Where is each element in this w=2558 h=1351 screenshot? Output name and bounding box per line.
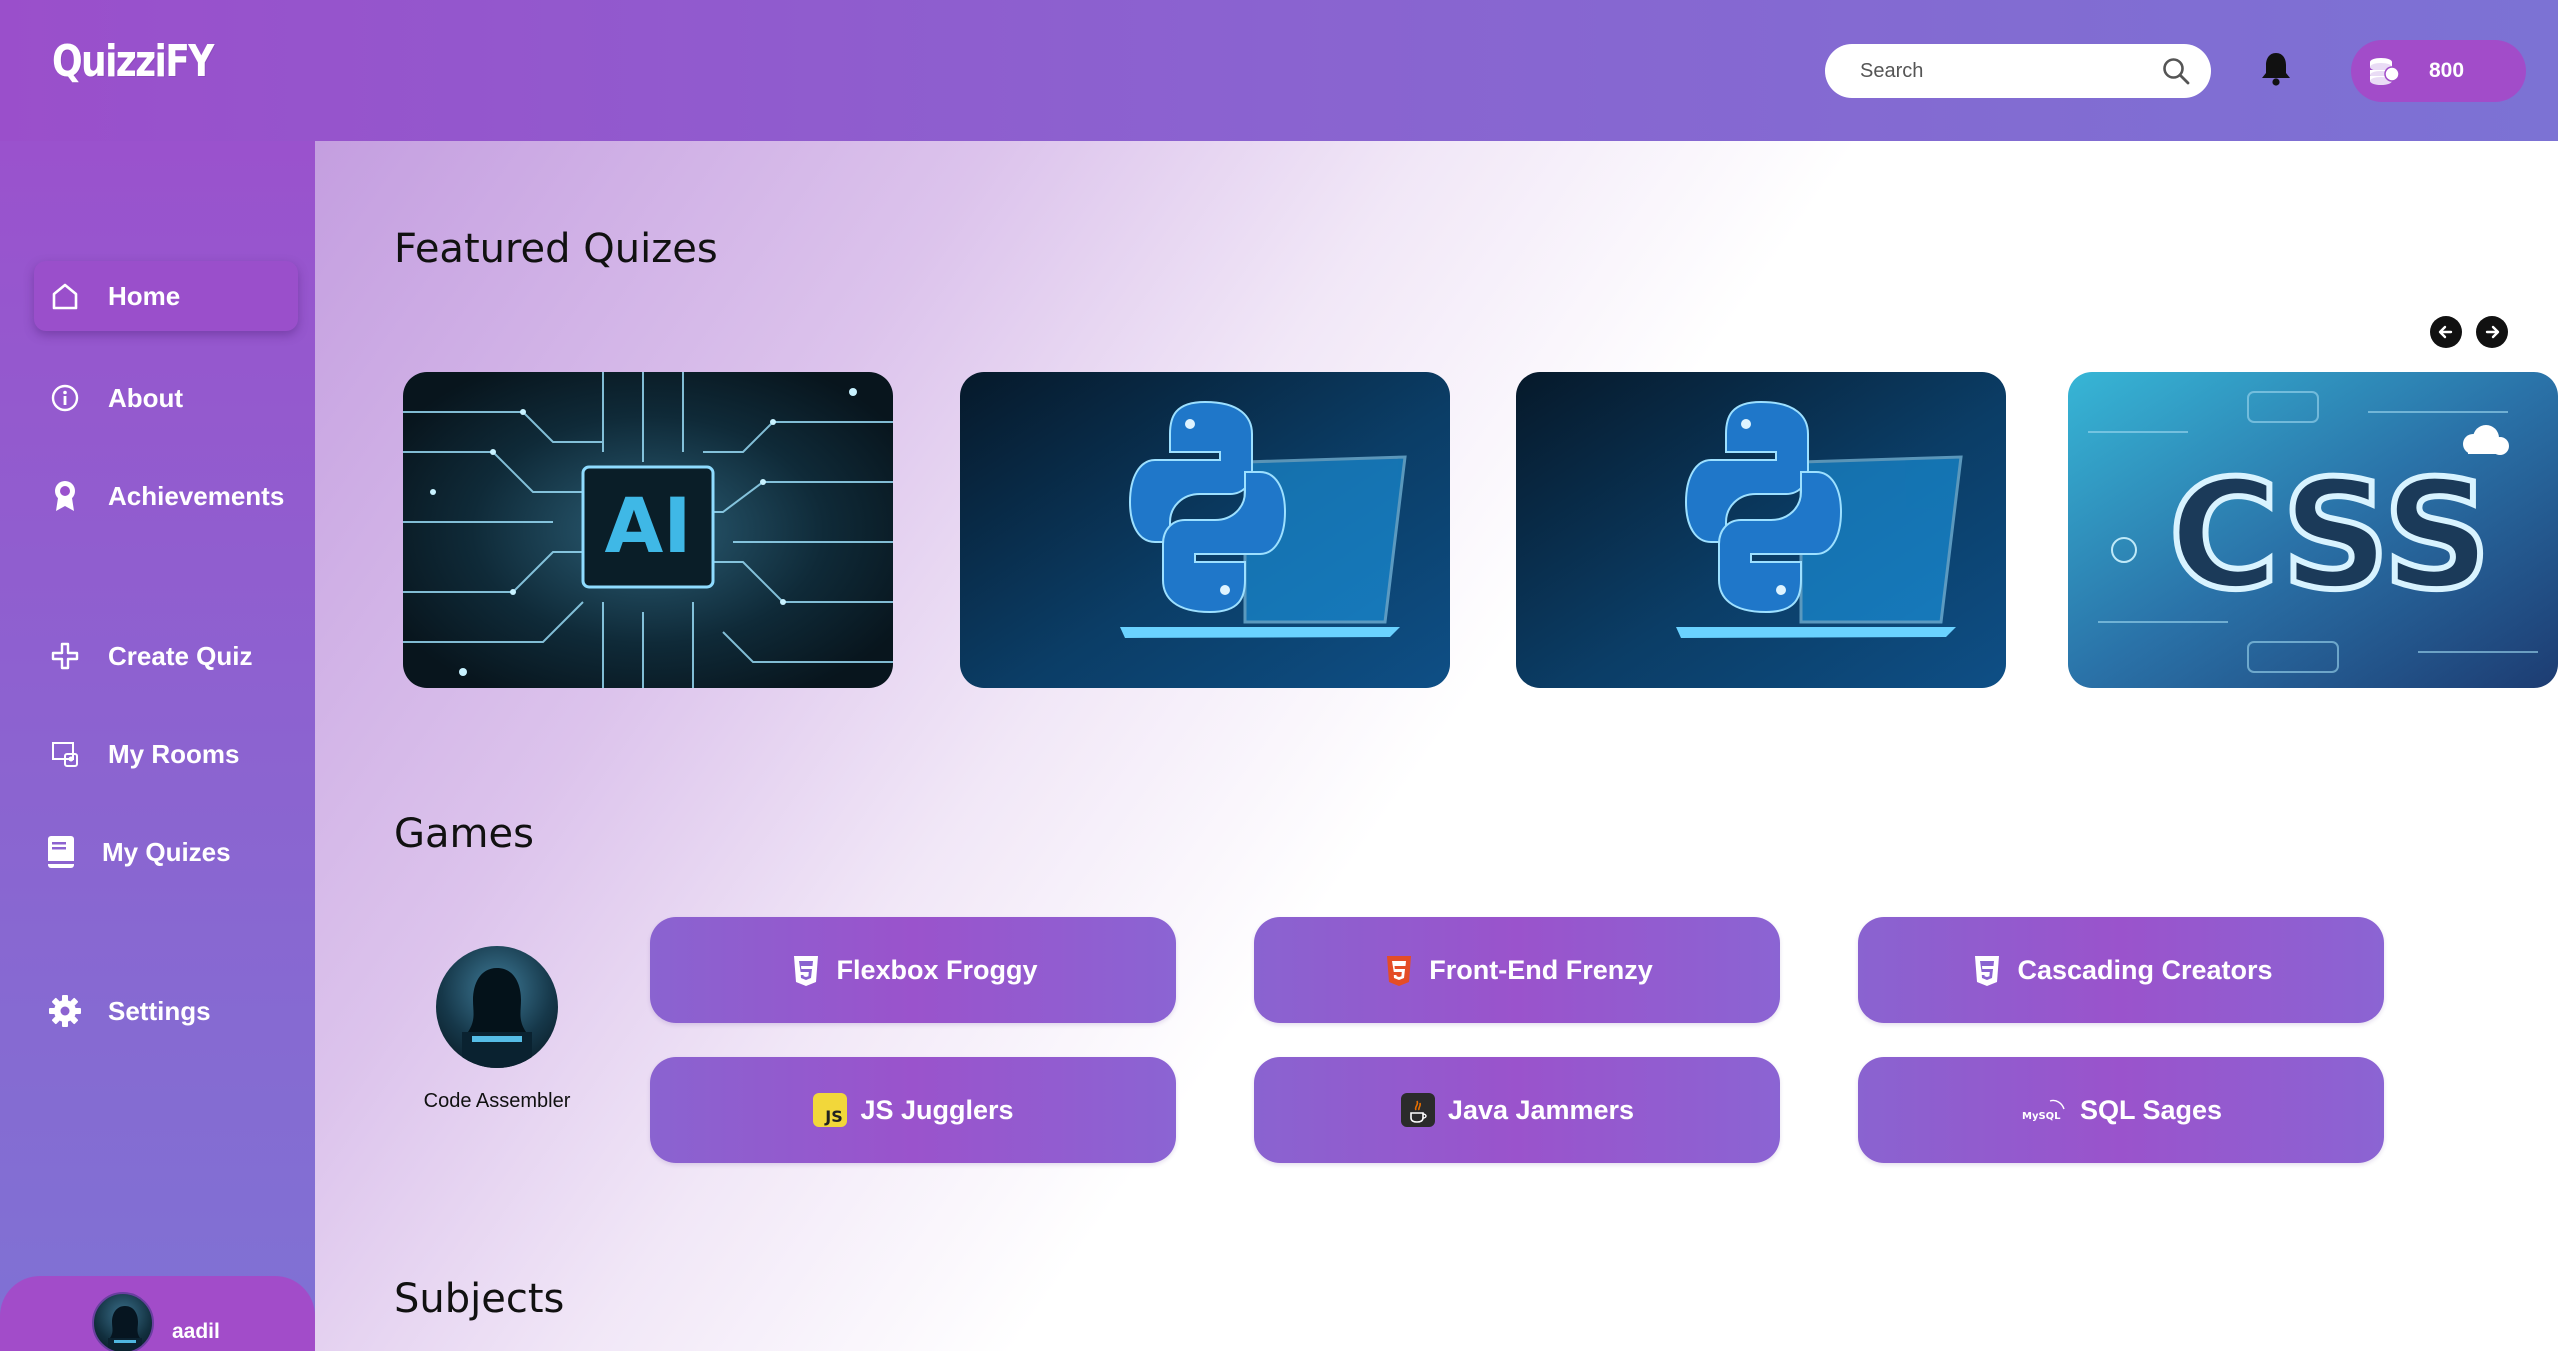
sidebar-item-label: About	[108, 382, 184, 413]
sidebar-item-label: Create Quiz	[108, 640, 253, 671]
svg-text:AI: AI	[604, 481, 691, 570]
main-content: Featured Quizes AI CSS Games Code Assemb…	[315, 141, 2558, 1351]
java-icon	[1400, 1092, 1436, 1128]
sidebar-item-about[interactable]: About	[34, 363, 298, 433]
sidebar-item-home[interactable]: Home	[34, 261, 298, 331]
search-box[interactable]	[1825, 44, 2211, 98]
rooms-icon	[48, 737, 82, 771]
game-button-label: SQL Sages	[2079, 1094, 2223, 1125]
svg-text:JS: JS	[825, 1107, 843, 1126]
python-laptop-image	[960, 372, 1450, 688]
game-button-flexbox-froggy[interactable]: Flexbox Froggy	[650, 917, 1176, 1023]
app-root: QuizziFY Search 800 Home About Achieveme…	[0, 0, 2558, 1351]
html5-icon	[1381, 952, 1417, 988]
ai-chip-image: AI	[403, 372, 893, 688]
plus-icon	[48, 639, 82, 673]
sidebar-item-settings[interactable]: Settings	[34, 976, 298, 1046]
sidebar-item-label: My Rooms	[108, 738, 240, 769]
css-image-text: CSS	[2169, 449, 2491, 623]
home-icon	[48, 279, 82, 313]
arrow-right-icon	[2485, 325, 2500, 339]
arrow-left-icon	[2438, 325, 2453, 339]
game-button-label: JS Jugglers	[860, 1094, 1014, 1125]
sidebar-item-label: Home	[108, 280, 181, 311]
game-button-label: Front-End Frenzy	[1429, 954, 1653, 985]
featured-section-title: Featured Quizes	[394, 226, 718, 272]
mysql-icon: MySQL	[2020, 1092, 2068, 1128]
carousel-next-button[interactable]	[2476, 316, 2508, 348]
award-icon	[48, 479, 82, 513]
player-name: Code Assembler	[423, 1090, 571, 1112]
css3-icon	[788, 952, 824, 988]
featured-quiz-card-python-2[interactable]	[1516, 372, 2006, 688]
carousel-controls	[2430, 316, 2508, 348]
carousel-prev-button[interactable]	[2430, 316, 2462, 348]
game-button-label: Cascading Creators	[2017, 954, 2273, 985]
game-button-js-jugglers[interactable]: JS JS Jugglers	[650, 1057, 1176, 1163]
coins-icon	[2367, 54, 2401, 88]
sidebar-item-create-quiz[interactable]: Create Quiz	[34, 621, 298, 691]
search-input[interactable]	[1860, 59, 2159, 83]
svg-text:MySQL: MySQL	[2022, 1111, 2061, 1122]
sidebar-item-my-rooms[interactable]: My Rooms	[34, 719, 298, 789]
search-icon[interactable]	[2159, 54, 2193, 88]
game-button-label: Flexbox Froggy	[836, 954, 1038, 985]
gear-icon	[48, 994, 82, 1028]
user-profile-chip[interactable]: aadil	[0, 1276, 315, 1351]
game-button-sql-sages[interactable]: MySQL SQL Sages	[1858, 1057, 2384, 1163]
featured-quiz-card-python-1[interactable]	[960, 372, 1450, 688]
sidebar-item-label: My Quizes	[102, 836, 231, 867]
sidebar-item-label: Settings	[108, 995, 211, 1026]
top-bar: QuizziFY Search 800	[0, 0, 2558, 141]
sidebar-item-my-quizes[interactable]: My Quizes	[34, 817, 298, 887]
js-icon: JS	[812, 1092, 848, 1128]
python-laptop-image	[1516, 372, 2006, 688]
info-icon	[48, 381, 82, 415]
css-image: CSS	[2068, 372, 2558, 688]
css3-icon	[1969, 952, 2005, 988]
coin-count: 800	[2429, 59, 2465, 82]
app-logo[interactable]: QuizziFY	[52, 36, 214, 87]
avatar	[92, 1292, 154, 1351]
coin-balance[interactable]: 800	[2351, 40, 2526, 102]
player-avatar	[436, 946, 558, 1068]
game-button-front-end-frenzy[interactable]: Front-End Frenzy	[1254, 917, 1780, 1023]
games-section-title: Games	[394, 811, 534, 857]
sidebar: Home About Achievements Create Quiz My R	[0, 141, 315, 1351]
game-button-label: Java Jammers	[1447, 1094, 1635, 1125]
player-card[interactable]: Code Assembler	[407, 946, 587, 1113]
bell-icon[interactable]	[2259, 50, 2293, 88]
user-name: aadil	[172, 1320, 220, 1343]
game-button-java-jammers[interactable]: Java Jammers	[1254, 1057, 1780, 1163]
featured-quiz-card-ai[interactable]: AI	[403, 372, 893, 688]
subjects-section-title: Subjects	[394, 1276, 565, 1322]
sidebar-item-achievements[interactable]: Achievements	[34, 461, 298, 531]
sidebar-item-label: Achievements	[108, 480, 285, 511]
book-icon	[44, 835, 78, 869]
game-button-cascading-creators[interactable]: Cascading Creators	[1858, 917, 2384, 1023]
featured-quiz-card-css[interactable]: CSS	[2068, 372, 2558, 688]
